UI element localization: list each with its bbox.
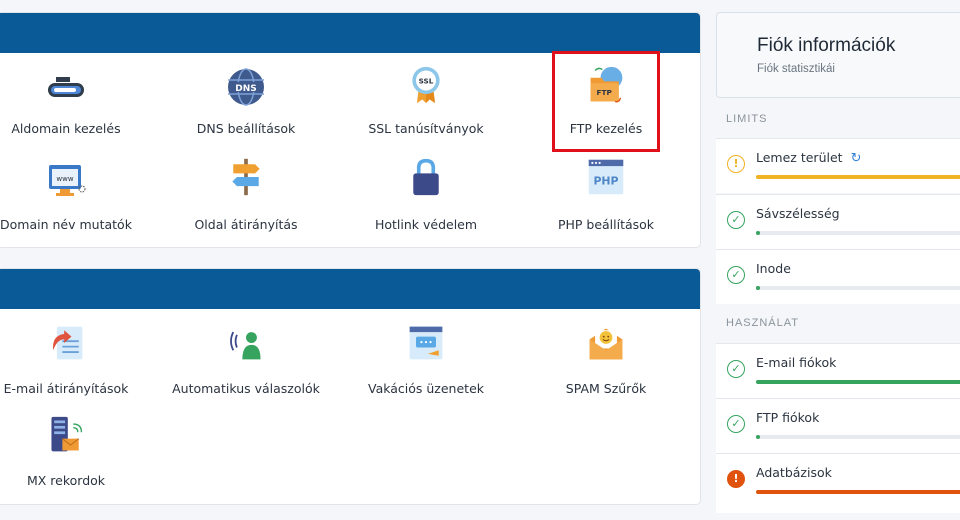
tile-email-forward[interactable]: E-mail átirányítások xyxy=(0,319,156,399)
error-icon: ! xyxy=(727,470,745,488)
tile-spam[interactable]: SPAM Szűrők xyxy=(516,319,696,399)
usage-bar-fill xyxy=(756,286,761,290)
limit-row-disk[interactable]: ! Lemez terület ↻ xyxy=(716,138,960,193)
usage-bar xyxy=(756,490,960,494)
tile-autoresponder[interactable]: Automatikus válaszolók xyxy=(156,319,336,399)
ftp-icon-text: FTP xyxy=(597,88,613,97)
php-window-icon: PHP xyxy=(588,159,624,195)
usage-bar xyxy=(756,231,960,235)
subdomain-icon xyxy=(48,77,84,97)
tile-label: DNS beállítások xyxy=(196,121,296,136)
tile-label: Domain név mutatók xyxy=(0,217,132,232)
dns-icon-text: DNS xyxy=(235,84,257,94)
limit-row-inode[interactable]: ✓ Inode xyxy=(716,249,960,304)
tile-vacation[interactable]: Vakációs üzenetek xyxy=(336,319,516,399)
tile-redirect[interactable]: Oldal átirányítás xyxy=(156,155,336,245)
account-sidebar: Fiók információk Fiók statisztikái LIMIT… xyxy=(716,12,960,520)
stage: Aldomain kezelés DNS DNS beállítások SSL xyxy=(0,0,960,520)
tile-label: FTP kezelés xyxy=(569,121,643,136)
www-icon-text: www xyxy=(56,175,73,183)
check-icon: ✓ xyxy=(727,415,745,433)
row-name: Inode xyxy=(756,261,791,276)
autoresponder-icon xyxy=(230,331,261,360)
mx-records-icon xyxy=(51,416,83,452)
tile-label: SSL tanúsítványok xyxy=(368,121,484,136)
tile-label: SPAM Szűrők xyxy=(565,381,647,396)
tile-label: PHP beállítások xyxy=(557,217,655,232)
row-name: FTP fiókok xyxy=(756,410,820,425)
tile-ftp[interactable]: FTP FTP kezelés xyxy=(516,61,696,151)
spam-filter-icon xyxy=(589,328,623,360)
usage-bar xyxy=(756,175,960,179)
email-management-panel: E-mail átirányítások Automatikus válaszo… xyxy=(0,268,701,505)
tile-label: Automatikus válaszolók xyxy=(172,381,320,396)
tile-subdomain[interactable]: Aldomain kezelés xyxy=(0,61,156,151)
usage-bar-fill xyxy=(756,380,960,384)
domain-management-panel: Aldomain kezelés DNS DNS beállítások SSL xyxy=(0,12,701,248)
tile-label: MX rekordok xyxy=(26,473,106,488)
tile-ssl[interactable]: SSL SSL tanúsítványok xyxy=(336,61,516,151)
refresh-icon[interactable]: ↻ xyxy=(851,151,862,166)
vacation-message-icon xyxy=(409,326,443,360)
check-icon: ✓ xyxy=(727,211,745,229)
dns-globe-icon: DNS xyxy=(228,68,264,106)
tile-mx[interactable]: MX rekordok xyxy=(0,411,156,491)
tile-label: Aldomain kezelés xyxy=(11,121,121,136)
usage-section-label: HASZNÁLAT xyxy=(726,317,799,329)
row-name: Adatbázisok xyxy=(756,465,832,480)
usage-row-email[interactable]: ✓ E-mail fiókok xyxy=(716,343,960,398)
tile-label: Oldal átirányítás xyxy=(194,217,298,232)
tile-label: E-mail átirányítások xyxy=(3,381,129,396)
usage-row-ftp[interactable]: ✓ FTP fiókok xyxy=(716,398,960,453)
usage-bar xyxy=(756,380,960,384)
signpost-icon xyxy=(232,158,260,196)
row-name: Lemez terület xyxy=(756,150,843,165)
check-icon: ✓ xyxy=(727,266,745,284)
tile-php[interactable]: PHP PHP beállítások xyxy=(516,155,696,245)
panel-header xyxy=(0,13,700,53)
account-header: Fiók információk Fiók statisztikái xyxy=(716,12,960,98)
tile-label: Hotlink védelem xyxy=(374,217,478,232)
php-icon-text: PHP xyxy=(593,174,618,187)
account-title: Fiók információk xyxy=(757,35,896,56)
account-subtitle: Fiók statisztikái xyxy=(757,63,835,75)
ssl-badge-icon: SSL xyxy=(412,66,440,104)
ftp-folder-icon: FTP xyxy=(590,66,623,103)
usage-bar-fill xyxy=(756,490,960,494)
padlock-icon xyxy=(413,158,439,196)
domain-pointer-icon: www xyxy=(49,165,86,196)
usage-bar xyxy=(756,286,960,290)
usage-bar-fill xyxy=(756,175,960,179)
tile-dns[interactable]: DNS DNS beállítások xyxy=(156,61,336,151)
ssl-icon-text: SSL xyxy=(419,77,434,86)
email-forward-icon xyxy=(53,326,83,360)
tile-label: Vakációs üzenetek xyxy=(367,381,484,396)
panel-header xyxy=(0,269,700,309)
tile-domain-pointers[interactable]: www Domain név mutatók xyxy=(0,155,156,245)
warning-icon: ! xyxy=(727,155,745,173)
usage-bar-fill xyxy=(756,231,761,235)
row-name: E-mail fiókok xyxy=(756,355,837,370)
limit-row-bandwidth[interactable]: ✓ Sávszélesség xyxy=(716,194,960,249)
usage-row-databases[interactable]: ! Adatbázisok xyxy=(716,453,960,513)
usage-bar-fill xyxy=(756,435,761,439)
tile-hotlink[interactable]: Hotlink védelem xyxy=(336,155,516,245)
limits-section-label: LIMITS xyxy=(726,113,768,125)
usage-bar xyxy=(756,435,960,439)
row-name: Sávszélesség xyxy=(756,206,840,221)
check-icon: ✓ xyxy=(727,360,745,378)
